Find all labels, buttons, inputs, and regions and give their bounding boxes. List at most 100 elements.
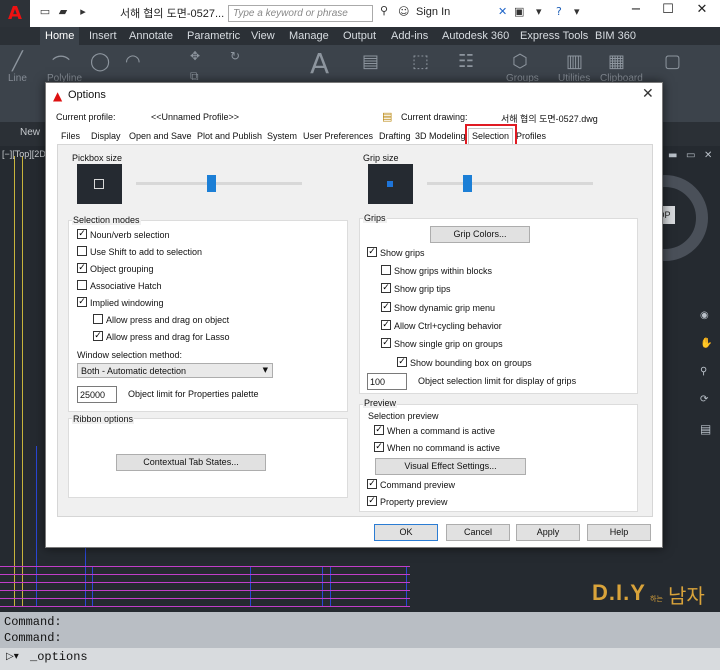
- ok-button[interactable]: OK: [374, 524, 438, 541]
- ribbon-tab-home[interactable]: Home: [40, 27, 80, 45]
- contextual-tab-states-button[interactable]: Contextual Tab States...: [116, 454, 266, 471]
- window-method-select[interactable]: Both - Automatic detection ▼: [77, 363, 273, 378]
- pickbox-slider-thumb[interactable]: [206, 175, 216, 192]
- help-button[interactable]: Help: [587, 524, 651, 541]
- expand-icon[interactable]: ▾: [536, 5, 542, 18]
- utilities-tool-icon[interactable]: ▥: [566, 51, 583, 72]
- help-icon[interactable]: ?: [556, 5, 562, 18]
- ribbon-tab-view[interactable]: View: [246, 27, 280, 45]
- close-icon[interactable]: ✕: [642, 86, 654, 102]
- grips-within-blocks-checkbox[interactable]: [381, 265, 391, 275]
- pan-icon[interactable]: ✋: [700, 338, 712, 349]
- grip-limit-field[interactable]: 100: [367, 373, 407, 390]
- properties-tool-icon[interactable]: ☷: [458, 51, 474, 72]
- orbit-icon[interactable]: ⟳: [700, 394, 708, 405]
- text-tool-icon[interactable]: A: [310, 47, 329, 80]
- full-navigation-wheel-icon[interactable]: ◉: [700, 310, 709, 321]
- tab-3d-modeling[interactable]: 3D Modeling: [415, 128, 466, 144]
- rotate-tool-icon[interactable]: ↻: [230, 49, 240, 63]
- grips-title: Grips: [363, 213, 387, 223]
- arc-tool-icon[interactable]: ◠: [125, 51, 141, 72]
- user-icon[interactable]: ☺: [398, 5, 409, 18]
- autocad-logo-icon: ▲: [53, 89, 63, 103]
- command-preview-checkbox[interactable]: ✓: [367, 479, 377, 489]
- preview-no-command-checkbox[interactable]: ✓: [374, 442, 384, 452]
- ribbon-tab-parametric[interactable]: Parametric: [182, 27, 245, 45]
- noun-verb-checkbox[interactable]: ✓: [77, 229, 87, 239]
- ribbon-tab-output[interactable]: Output: [338, 27, 381, 45]
- tab-system[interactable]: System: [267, 128, 297, 144]
- command-line[interactable]: ▷▾ _options: [0, 648, 720, 670]
- implied-windowing-checkbox[interactable]: ✓: [77, 297, 87, 307]
- viewport-label[interactable]: [−][Top][2D: [2, 149, 46, 159]
- line-tool-icon[interactable]: ╱: [12, 51, 23, 72]
- new-file-icon[interactable]: ▭: [36, 5, 54, 21]
- showmotion-icon[interactable]: ▤: [700, 422, 711, 436]
- ribbon-tab-autodesk-360[interactable]: Autodesk 360: [437, 27, 514, 45]
- sign-in-link[interactable]: Sign In: [416, 6, 450, 18]
- grip-slider-thumb[interactable]: [463, 175, 473, 192]
- move-tool-icon[interactable]: ✥: [190, 49, 200, 63]
- more-quick-access-icon[interactable]: ▸: [74, 5, 92, 21]
- zoom-icon[interactable]: ⚲: [700, 366, 707, 377]
- visual-effect-settings-button[interactable]: Visual Effect Settings...: [375, 458, 526, 475]
- apply-button[interactable]: Apply: [516, 524, 580, 541]
- insert-block-icon[interactable]: ⬚: [412, 51, 429, 72]
- tab-user-preferences[interactable]: User Preferences: [303, 128, 373, 144]
- tab-drafting[interactable]: Drafting: [379, 128, 411, 144]
- tab-plot-and-publish[interactable]: Plot and Publish: [197, 128, 262, 144]
- preview-command-active-checkbox[interactable]: ✓: [374, 425, 384, 435]
- ribbon-tab-bim-360[interactable]: BIM 360: [590, 27, 641, 45]
- press-drag-lasso-checkbox[interactable]: ✓: [93, 331, 103, 341]
- search-input[interactable]: Type a keyword or phrase: [228, 5, 373, 22]
- drawing-line: [406, 566, 407, 606]
- ribbon-tab-insert[interactable]: Insert: [84, 27, 122, 45]
- dynamic-grip-menu-checkbox[interactable]: ✓: [381, 302, 391, 312]
- clipboard-tool-icon[interactable]: ▦: [608, 51, 625, 72]
- new-file-tab[interactable]: New: [20, 127, 40, 138]
- window-close-icon[interactable]: ✕: [682, 2, 720, 22]
- property-preview-checkbox[interactable]: ✓: [367, 496, 377, 506]
- viewport-restore-icon[interactable]: ▭: [686, 150, 695, 161]
- single-grip-groups-checkbox[interactable]: ✓: [381, 338, 391, 348]
- command-prompt-icon[interactable]: ▷▾: [6, 651, 19, 663]
- show-grips-checkbox[interactable]: ✓: [367, 247, 377, 257]
- grip-tips-checkbox[interactable]: ✓: [381, 283, 391, 293]
- title-bar: A ▭ ▰ ▸ 서해 협의 도면-0527... Type a keyword …: [0, 0, 720, 27]
- exchange-icon[interactable]: ✕: [498, 5, 507, 18]
- tab-open-and-save[interactable]: Open and Save: [129, 128, 192, 144]
- ctrl-cycling-checkbox[interactable]: ✓: [381, 320, 391, 330]
- ribbon-tab-manage[interactable]: Manage: [284, 27, 334, 45]
- ribbon-tab-annotate[interactable]: Annotate: [124, 27, 178, 45]
- tab-profiles[interactable]: Profiles: [516, 128, 546, 144]
- grip-colors-button[interactable]: Grip Colors...: [430, 226, 530, 243]
- grip-square: [387, 181, 393, 187]
- groups-tool-icon[interactable]: ⬡: [512, 51, 528, 72]
- ribbon-tab-express-tools[interactable]: Express Tools: [515, 27, 593, 45]
- layer-tool-icon[interactable]: ▤: [362, 51, 379, 72]
- show-grips-label: Show grips: [380, 248, 425, 258]
- viewport-close-icon[interactable]: ✕: [704, 150, 712, 161]
- binoculars-icon[interactable]: ⚲: [380, 4, 388, 17]
- command-input[interactable]: _options: [30, 650, 88, 664]
- selection-tab-panel: Pickbox size Grip size Selection modes ✓…: [57, 144, 653, 517]
- circle-tool-icon[interactable]: ◯: [90, 51, 110, 72]
- object-limit-field[interactable]: 25000: [77, 386, 117, 403]
- view-tool-icon[interactable]: ▢: [664, 51, 681, 72]
- bounding-box-groups-checkbox[interactable]: ✓: [397, 357, 407, 367]
- help-dropdown-icon[interactable]: ▾: [574, 5, 580, 18]
- tab-files[interactable]: Files: [61, 128, 80, 144]
- pickbox-slider-track[interactable]: [136, 182, 302, 185]
- viewport-minimize-icon[interactable]: ▬: [668, 150, 677, 161]
- tab-display[interactable]: Display: [91, 128, 121, 144]
- open-folder-icon[interactable]: ▰: [54, 5, 72, 21]
- use-shift-checkbox[interactable]: [77, 246, 87, 256]
- application-menu-button[interactable]: A: [0, 0, 30, 27]
- press-drag-object-checkbox[interactable]: [93, 314, 103, 324]
- cancel-button[interactable]: Cancel: [446, 524, 510, 541]
- ribbon-tab-add-ins[interactable]: Add-ins: [386, 27, 433, 45]
- grip-slider-track[interactable]: [427, 182, 593, 185]
- object-grouping-checkbox[interactable]: ✓: [77, 263, 87, 273]
- autodesk-account-icon[interactable]: ▣: [514, 5, 524, 18]
- associative-hatch-checkbox[interactable]: [77, 280, 87, 290]
